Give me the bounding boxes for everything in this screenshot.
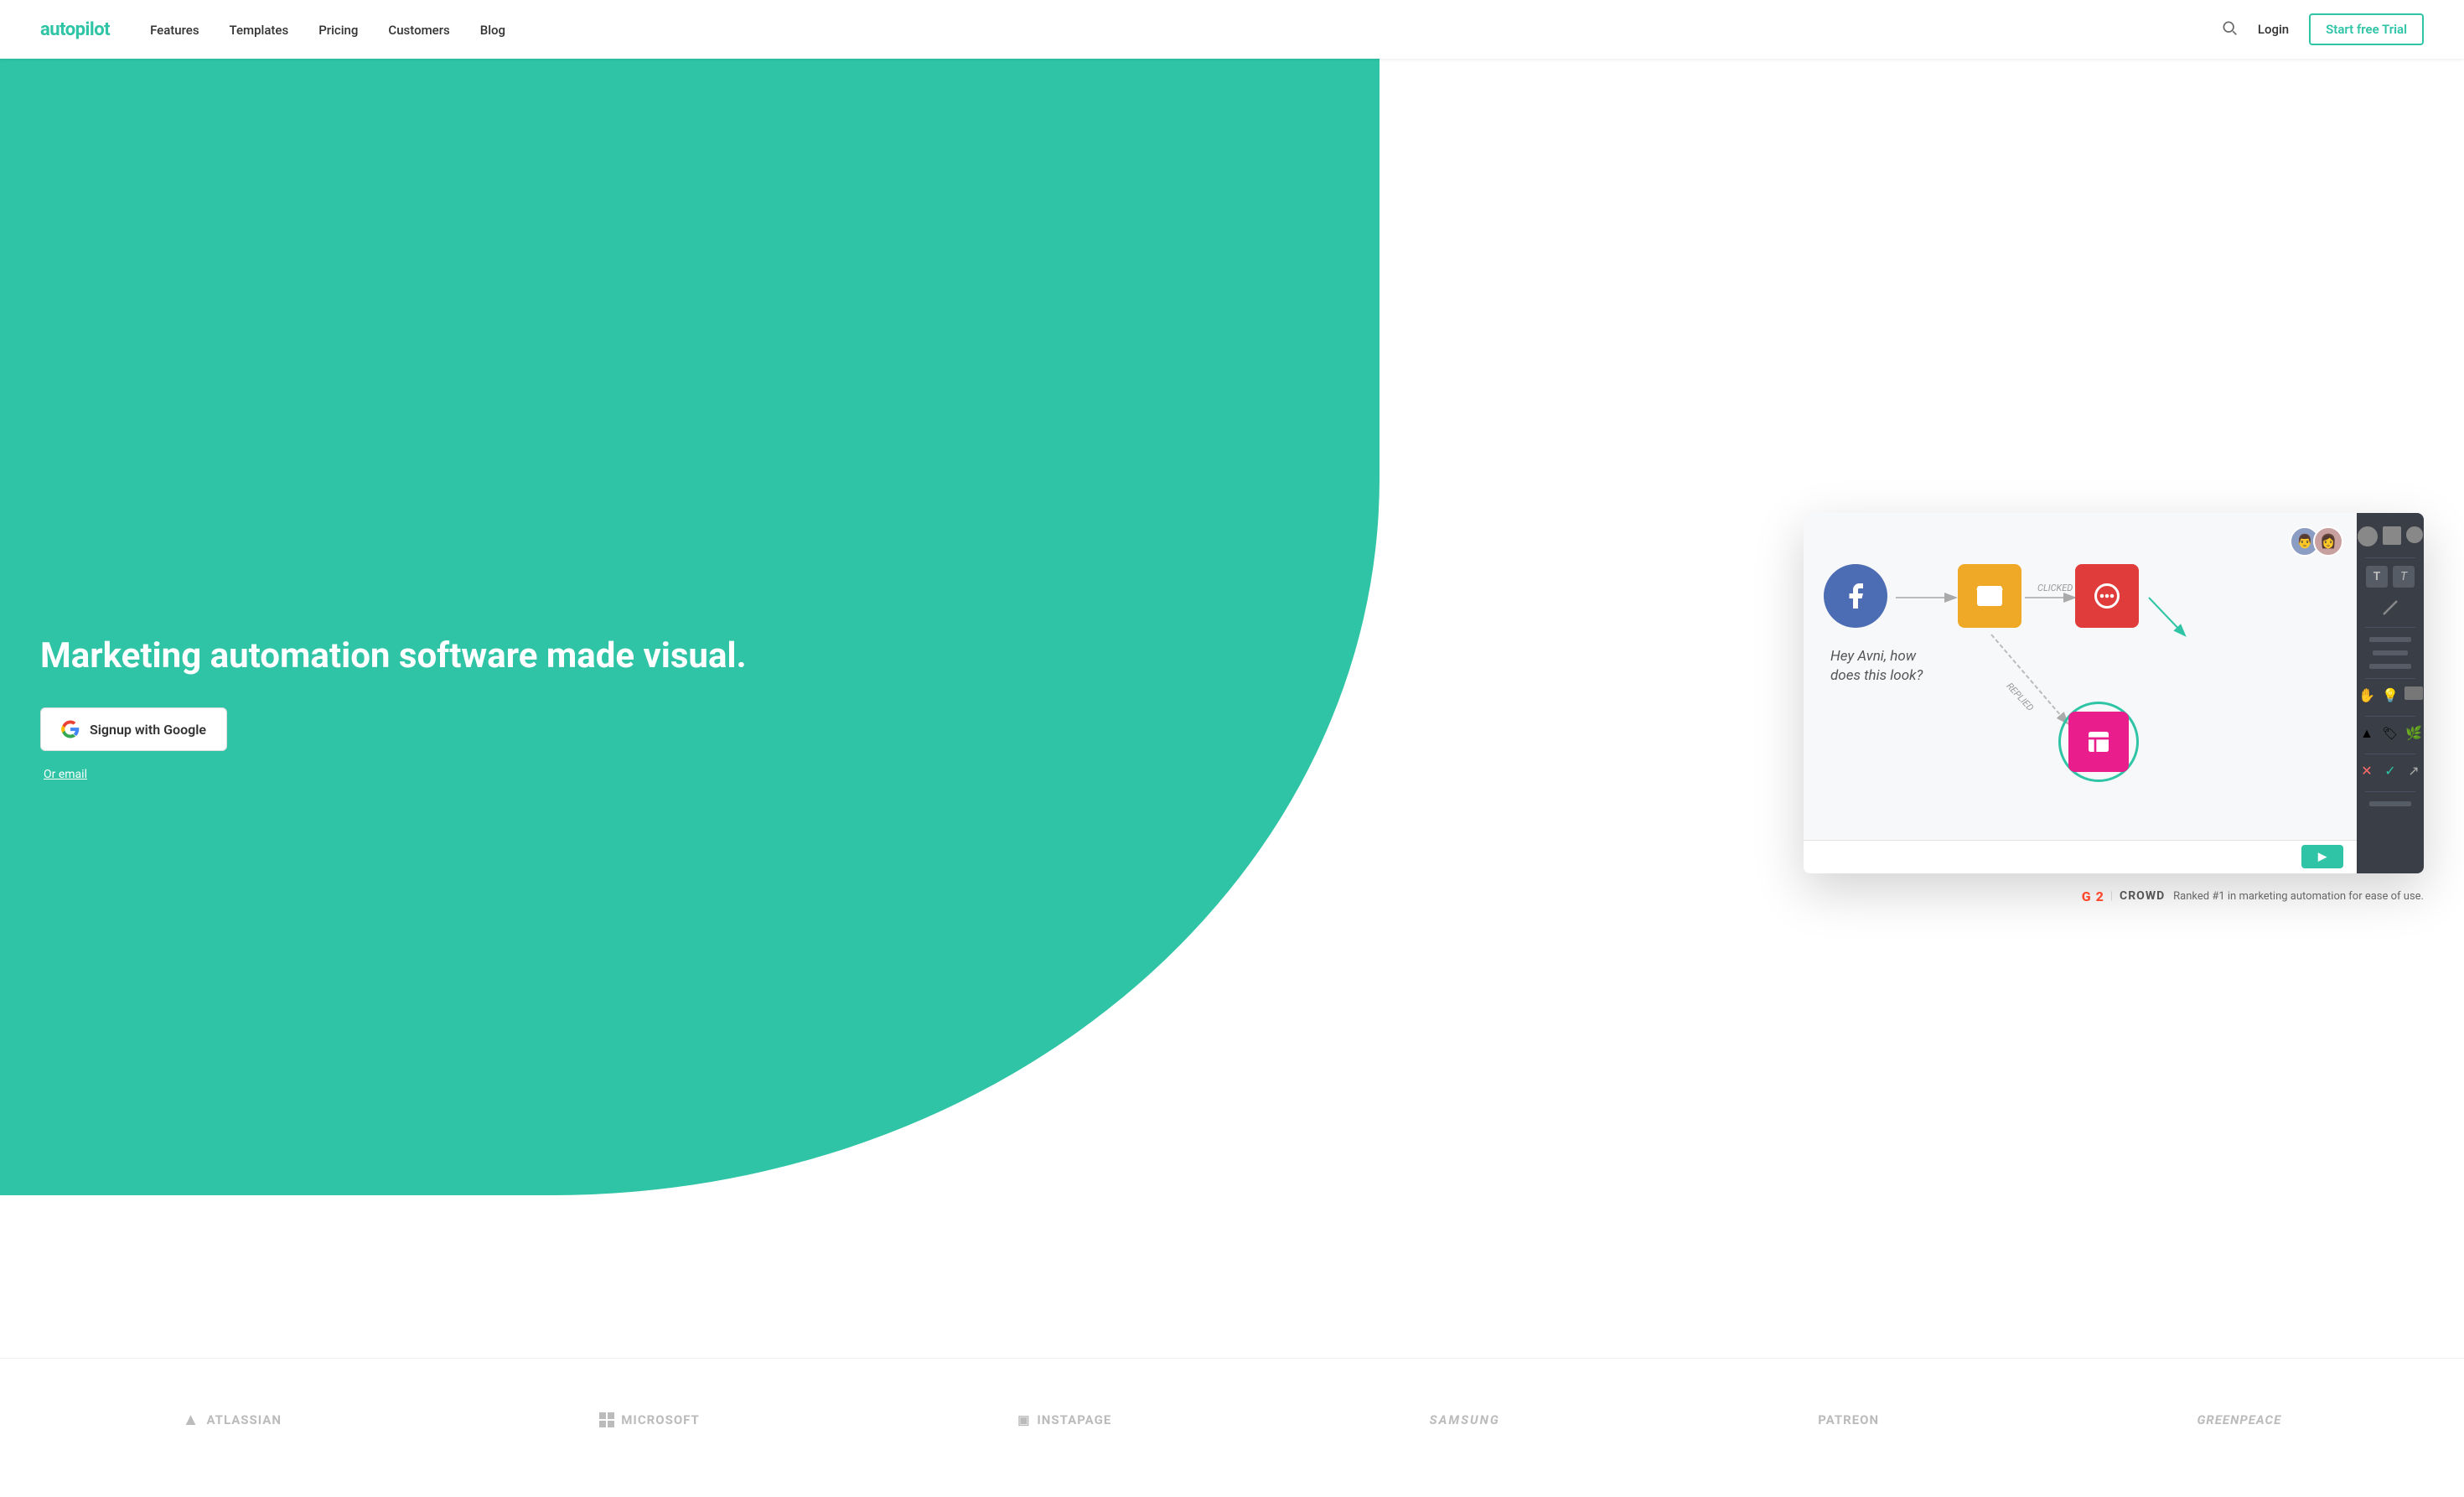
microsoft-icon (599, 1412, 614, 1427)
nav-pricing[interactable]: Pricing (318, 23, 358, 38)
avatar-female: 👩 (2313, 526, 2343, 557)
google-icon (61, 720, 80, 738)
toolbar-row-3: ✋ 💡 (2358, 686, 2423, 705)
hero-left: Marketing automation software made visua… (40, 602, 946, 815)
toolbar: T T ✋ 💡 (2357, 513, 2424, 873)
toolbar-small-circle-icon[interactable] (2406, 526, 2423, 543)
brand-atlassian: ▲ ATLASSIAN (183, 1409, 282, 1430)
toolbar-bulb-icon[interactable]: 💡 (2381, 686, 2399, 705)
toolbar-row-5: ✕ ✓ ↗ (2358, 762, 2423, 780)
brand-instapage: ▣ Instapage (1017, 1412, 1111, 1427)
nav-blog[interactable]: Blog (480, 23, 505, 38)
toolbar-chevron-icon[interactable]: ↗ (2404, 762, 2423, 780)
atlassian-icon: ▲ (183, 1409, 200, 1430)
toolbar-sep-3 (2365, 678, 2415, 679)
toolbar-row-4: ▲ 🏷 🌿 (2358, 724, 2423, 743)
logo[interactable]: autopilot (40, 19, 110, 40)
instapage-icon: ▣ (1017, 1412, 1030, 1427)
toolbar-text-T[interactable]: T (2366, 566, 2388, 588)
trial-button[interactable]: Start free Trial (2309, 13, 2424, 45)
speech-text: Hey Avni, how does this look? (1830, 647, 1948, 687)
or-email-link[interactable]: Or email (44, 768, 946, 781)
brand-patreon: PATREON (1818, 1412, 1879, 1427)
toolbar-cross-icon[interactable]: ✕ (2358, 762, 2376, 780)
toolbar-rect-icon[interactable] (2404, 686, 2423, 700)
toolbar-person-icon[interactable]: 🌿 (2404, 724, 2423, 743)
nav-links: Features Templates Pricing Customers Blo… (150, 22, 2221, 38)
google-btn-label: Signup with Google (90, 722, 206, 738)
toolbar-sep-2 (2365, 627, 2415, 628)
svg-text:REPLIED: REPLIED (2004, 681, 2036, 713)
hero-right: 👨 👩 (996, 513, 2424, 904)
red-action-node (2075, 564, 2139, 628)
toolbar-square-icon[interactable] (2383, 526, 2401, 545)
toolbar-check-icon[interactable]: ✓ (2381, 762, 2399, 780)
google-signup-button[interactable]: Signup with Google (40, 707, 227, 751)
toolbar-bottom-line (2369, 801, 2411, 806)
pink-circle-node (2058, 702, 2139, 782)
toolbar-sep-1 (2365, 557, 2415, 558)
toolbar-text-line-1 (2369, 637, 2411, 642)
toolbar-row-2: T T (2366, 566, 2415, 588)
facebook-node (1824, 564, 1887, 628)
g2-logo: G (2082, 888, 2091, 904)
brand-microsoft: Microsoft (599, 1412, 700, 1427)
toolbar-row-1 (2358, 526, 2423, 546)
toolbar-italic-T[interactable]: T (2393, 566, 2415, 588)
toolbar-sep-6 (2365, 791, 2415, 792)
g2-badge: G 2 | CROWD (2082, 888, 2165, 904)
email-node (1958, 564, 2021, 628)
search-icon[interactable] (2221, 19, 2238, 40)
navbar: autopilot Features Templates Pricing Cus… (0, 0, 2464, 59)
g2-number: 2 (2096, 888, 2104, 904)
canvas-action-button[interactable]: ▶ (2301, 845, 2343, 868)
toolbar-text-line-3 (2369, 664, 2411, 669)
toolbar-line-icon[interactable] (2379, 596, 2402, 619)
automation-screenshot: 👨 👩 (1804, 513, 2424, 873)
hero-headline: Marketing automation software made visua… (40, 635, 946, 677)
svg-text:CLICKED: CLICKED (2037, 583, 2073, 593)
toolbar-tag-icon[interactable]: 🏷 (2381, 724, 2399, 743)
nav-templates[interactable]: Templates (230, 23, 289, 38)
toolbar-hand-icon[interactable]: ✋ (2358, 686, 2376, 705)
g2-ranked-text: Ranked #1 in marketing automation for ea… (2173, 890, 2424, 903)
brand-samsung: SAMSUNG (1430, 1412, 1500, 1427)
login-link[interactable]: Login (2258, 22, 2289, 37)
crowd-label: CROWD (2120, 889, 2165, 903)
toolbar-text-line-2 (2373, 650, 2408, 655)
pink-action-node (2068, 712, 2129, 772)
nav-right: Login Start free Trial (2221, 13, 2424, 45)
screenshot-canvas: 👨 👩 (1804, 513, 2357, 873)
toolbar-triangle-icon[interactable]: ▲ (2358, 724, 2376, 743)
g2-crowd-section: G 2 | CROWD Ranked #1 in marketing autom… (2082, 888, 2424, 904)
nav-customers[interactable]: Customers (388, 23, 449, 38)
user-avatars: 👨 👩 (2290, 526, 2343, 557)
canvas-bottom-bar: ▶ (1804, 840, 2357, 873)
brand-greenpeace: GREENPEACE (2197, 1412, 2281, 1427)
hero-section: Marketing automation software made visua… (0, 0, 2464, 1358)
toolbar-sep-4 (2365, 716, 2415, 717)
hero-content: Marketing automation software made visua… (0, 513, 2464, 904)
brands-section: ▲ ATLASSIAN Microsoft ▣ Instapage SAMSUN… (0, 1358, 2464, 1497)
toolbar-circle-icon[interactable] (2358, 526, 2378, 546)
nav-features[interactable]: Features (150, 23, 199, 38)
